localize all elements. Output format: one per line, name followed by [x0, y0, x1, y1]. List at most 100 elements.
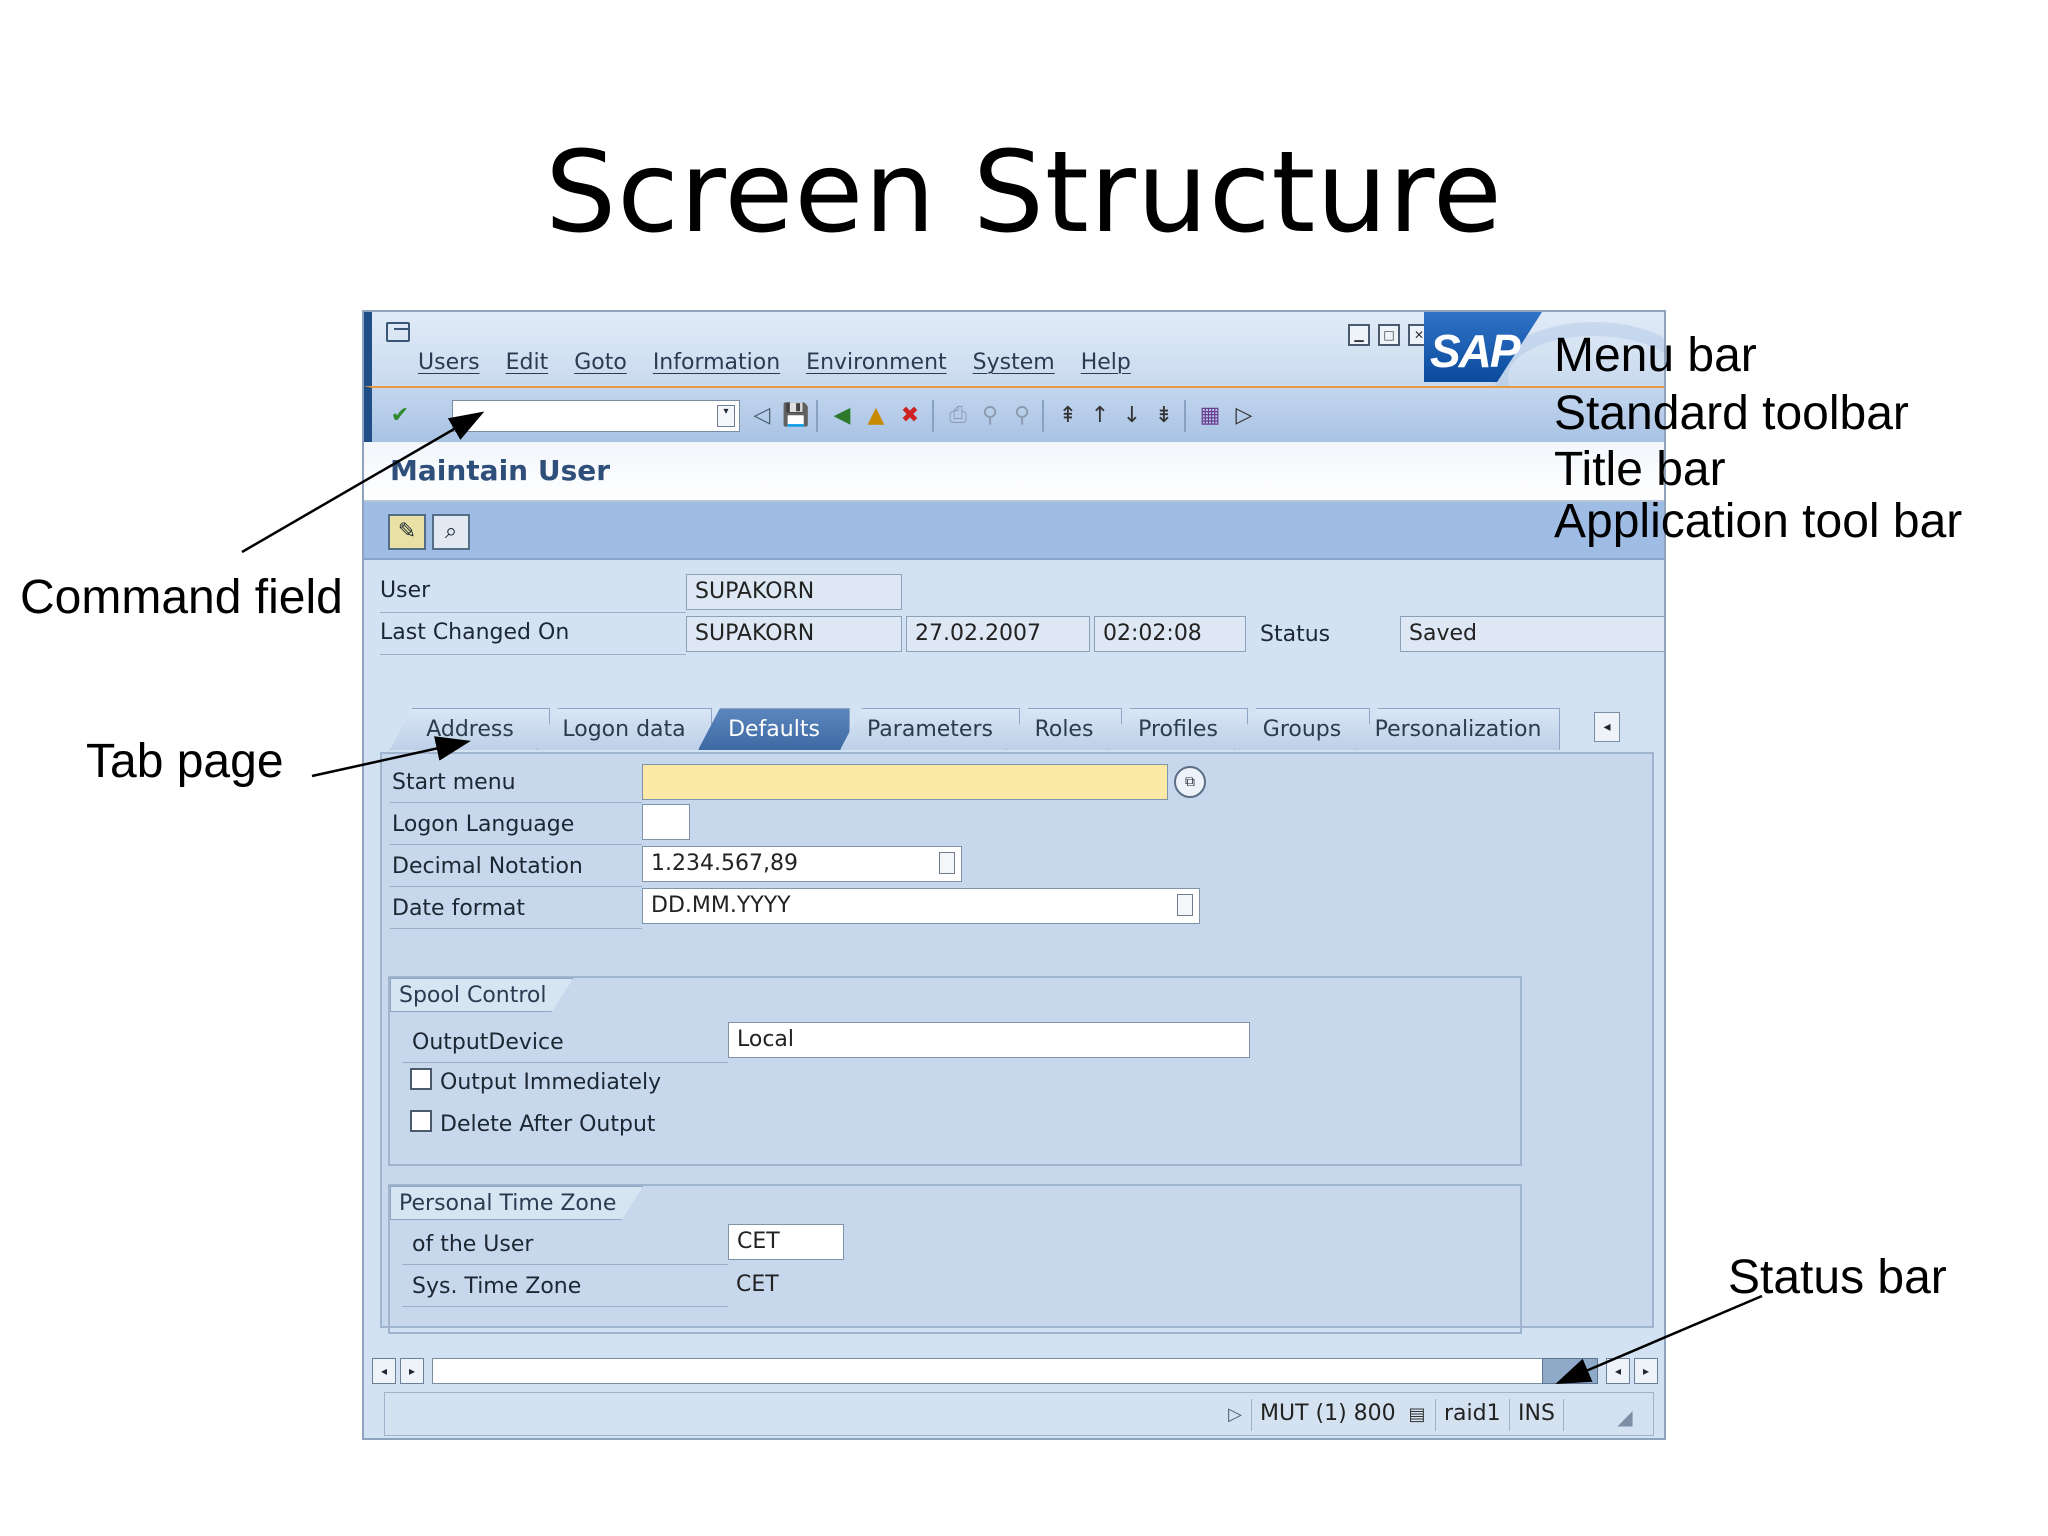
start-menu-label: Start menu — [392, 770, 516, 795]
last-changed-by-field: SUPAKORN — [686, 616, 902, 652]
command-field[interactable]: ▾ — [452, 400, 740, 432]
user-label: User — [380, 578, 431, 603]
status-system: MUT (1) 800 — [1251, 1399, 1396, 1431]
date-format-value: DD.MM.YYYY — [651, 893, 791, 918]
tab-profiles[interactable]: Profiles — [1108, 708, 1248, 750]
tab-logon-data[interactable]: Logon data — [536, 708, 712, 750]
menu-information[interactable]: Information — [653, 350, 780, 375]
sap-logo-text: SAP — [1430, 325, 1521, 377]
title-bar: Maintain User — [364, 442, 1664, 502]
start-menu-input[interactable] — [642, 764, 1168, 800]
system-menu-icon[interactable] — [386, 322, 410, 342]
triangle-left-icon[interactable]: ◁ — [748, 402, 776, 430]
logon-language-label: Logon Language — [392, 812, 575, 837]
menu-edit[interactable]: Edit — [506, 350, 549, 375]
back-icon[interactable]: ◀ — [828, 402, 856, 430]
logon-language-input[interactable] — [642, 804, 690, 840]
decimal-notation-select[interactable]: 1.234.567,89 — [642, 846, 962, 882]
callout-tab-page: Tab page — [86, 735, 284, 788]
decimal-notation-label: Decimal Notation — [392, 854, 583, 879]
first-page-icon[interactable]: ⇞ — [1054, 402, 1082, 430]
horizontal-scrollbar[interactable]: ◂ ▸ ◂ ▸ — [372, 1356, 1662, 1386]
status-field: Saved — [1400, 616, 1664, 652]
callout-menu-bar: Menu bar — [1554, 329, 1757, 382]
time-zone-user-input[interactable]: CET — [728, 1224, 844, 1260]
resize-grip-icon[interactable]: ◢ — [1611, 1403, 1639, 1431]
command-history-icon[interactable]: ▾ — [717, 405, 735, 427]
output-immediately-checkbox[interactable] — [410, 1068, 432, 1090]
exit-icon[interactable]: ▲ — [862, 402, 890, 430]
cancel-icon[interactable]: ✖ — [896, 402, 924, 430]
callout-title-bar: Title bar — [1554, 443, 1726, 496]
start-menu-value-help-icon[interactable]: ⧉ — [1174, 766, 1206, 798]
scroll-right-icon[interactable]: ▸ — [400, 1358, 424, 1384]
spool-control-group: Spool Control OutputDevice Local Output … — [388, 976, 1522, 1166]
tab-roles[interactable]: Roles — [1006, 708, 1122, 750]
maximize-icon[interactable]: □ — [1378, 324, 1400, 346]
find-icon[interactable]: ⚲ — [976, 402, 1004, 430]
find-next-icon[interactable]: ⚲ — [1008, 402, 1036, 430]
user-field[interactable]: SUPAKORN — [686, 574, 902, 610]
sap-window: Users Edit Goto Information Environment … — [362, 310, 1666, 1440]
callout-status-bar: Status bar — [1728, 1251, 1947, 1304]
scroll-left-icon[interactable]: ◂ — [372, 1358, 396, 1384]
minimize-icon[interactable]: ▁ — [1348, 324, 1370, 346]
output-device-label: OutputDevice — [412, 1030, 564, 1055]
change-pencil-icon[interactable]: ✎ — [388, 514, 426, 550]
create-session-icon[interactable]: ▦ — [1196, 402, 1224, 430]
time-zone-user-label: of the User — [412, 1232, 534, 1257]
status-expand-icon[interactable]: ▷ — [1221, 1401, 1249, 1429]
decimal-notation-value: 1.234.567,89 — [651, 851, 798, 876]
delete-after-output-label: Delete After Output — [440, 1112, 656, 1137]
callout-application-toolbar: Application tool bar — [1554, 495, 1963, 548]
spool-control-title: Spool Control — [390, 978, 573, 1012]
tab-page: Start menu ⧉ Logon Language Decimal Nota… — [380, 752, 1654, 1334]
enter-check-icon[interactable]: ✔ — [386, 402, 414, 430]
output-immediately-label: Output Immediately — [440, 1070, 662, 1095]
application-toolbar: ✎ ⌕ — [364, 502, 1664, 560]
tab-address[interactable]: Address — [390, 708, 550, 750]
menu-help[interactable]: Help — [1081, 350, 1131, 375]
last-page-icon[interactable]: ⇟ — [1150, 402, 1178, 430]
tab-groups[interactable]: Groups — [1234, 708, 1370, 750]
previous-page-icon[interactable]: ↑ — [1086, 402, 1114, 430]
status-server: raid1 — [1435, 1399, 1501, 1431]
menu-goto[interactable]: Goto — [574, 350, 627, 375]
tab-defaults[interactable]: Defaults — [698, 708, 850, 750]
date-format-label: Date format — [392, 896, 525, 921]
scroll-thumb[interactable] — [1542, 1358, 1598, 1384]
tab-personalization[interactable]: Personalization — [1356, 708, 1560, 750]
personal-time-zone-title: Personal Time Zone — [390, 1186, 643, 1220]
tab-scroll-left-icon[interactable]: ◂ — [1594, 712, 1620, 742]
print-icon[interactable]: ⎙ — [944, 402, 972, 430]
save-icon[interactable]: 💾 — [782, 402, 810, 430]
scroll-track[interactable] — [432, 1358, 1566, 1384]
menu-users[interactable]: Users — [418, 350, 480, 375]
dropdown-icon[interactable] — [939, 852, 955, 874]
date-format-select[interactable]: DD.MM.YYYY — [642, 888, 1200, 924]
output-device-input[interactable]: Local — [728, 1022, 1250, 1058]
sys-time-zone-value: CET — [736, 1272, 779, 1297]
scroll-left-end-icon[interactable]: ◂ — [1606, 1358, 1630, 1384]
window-title: Maintain User — [390, 454, 611, 487]
dropdown-icon[interactable] — [1177, 894, 1193, 916]
status-bar: ▷ MUT (1) 800 ▤ raid1 INS ◢ — [384, 1392, 1654, 1436]
menu-environment[interactable]: Environment — [806, 350, 946, 375]
menu-system[interactable]: System — [973, 350, 1055, 375]
last-changed-label: Last Changed On — [380, 620, 570, 645]
shortcut-icon[interactable]: ▷ — [1230, 402, 1258, 430]
display-magnifier-icon[interactable]: ⌕ — [432, 514, 470, 550]
status-label: Status — [1260, 622, 1331, 647]
system-info-icon[interactable]: ▤ — [1403, 1401, 1431, 1429]
scroll-right-end-icon[interactable]: ▸ — [1634, 1358, 1658, 1384]
callout-standard-toolbar: Standard toolbar — [1554, 387, 1909, 440]
last-changed-time-field: 02:02:08 — [1094, 616, 1246, 652]
status-empty — [1563, 1399, 1603, 1431]
standard-toolbar: ✔ ▾ ◁ 💾 ◀ ▲ ✖ ⎙ ⚲ ⚲ ⇞ ↑ ↓ ⇟ ▦ ▷ — [364, 386, 1664, 442]
delete-after-output-checkbox[interactable] — [410, 1110, 432, 1132]
slide-title: Screen Structure — [545, 128, 1503, 258]
tab-parameters[interactable]: Parameters — [840, 708, 1020, 750]
next-page-icon[interactable]: ↓ — [1118, 402, 1146, 430]
sys-time-zone-label: Sys. Time Zone — [412, 1274, 582, 1299]
callout-command-field: Command field — [20, 571, 343, 624]
